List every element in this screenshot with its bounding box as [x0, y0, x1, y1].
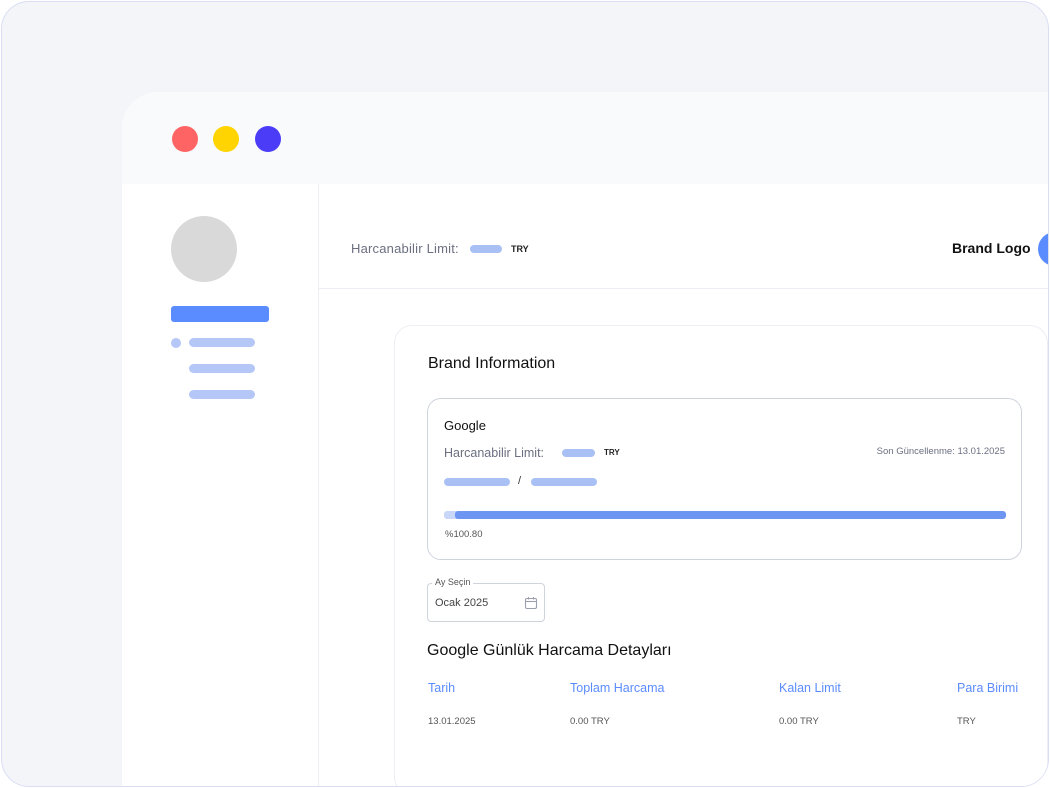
column-header-total-spend[interactable]: Toplam Harcama: [570, 681, 664, 695]
total-amount-placeholder: [531, 478, 597, 486]
window-titlebar: [122, 92, 1048, 184]
column-header-remaining-limit[interactable]: Kalan Limit: [779, 681, 841, 695]
brand-limit-value-placeholder: [562, 449, 595, 457]
usage-progress-fill: [455, 511, 1006, 519]
brand-logo[interactable]: Brand Logo: [952, 240, 1031, 256]
brand-name: Google: [444, 418, 486, 433]
calendar-icon[interactable]: [524, 596, 538, 610]
table-cell-total-spend: 0.00 TRY: [570, 716, 610, 727]
sidebar-item-2[interactable]: [189, 364, 255, 373]
usage-percent: %100.80: [445, 529, 483, 540]
amount-separator: /: [518, 475, 522, 487]
month-select-label: Ay Seçin: [432, 577, 474, 587]
table-cell-currency: TRY: [957, 716, 976, 727]
brand-limit-currency: TRY: [604, 448, 620, 457]
window-maximize-button[interactable]: [255, 126, 281, 152]
usage-progress-bar: [444, 511, 1006, 519]
sidebar-item-1[interactable]: [189, 338, 255, 347]
avatar[interactable]: [171, 216, 237, 282]
top-header: Harcanabilir Limit: TRY Brand Logo: [319, 184, 1048, 289]
window-close-button[interactable]: [172, 126, 198, 152]
month-select-value: Ocak 2025: [435, 597, 489, 609]
table-cell-remaining-limit: 0.00 TRY: [779, 716, 819, 727]
spent-amount-placeholder: [444, 478, 510, 486]
daily-spending-title: Google Günlük Harcama Detayları: [427, 642, 672, 659]
sidebar-item-active[interactable]: [171, 306, 269, 322]
month-select[interactable]: Ay Seçin Ocak 2025: [427, 577, 545, 622]
header-limit-value-placeholder: [470, 245, 502, 253]
user-menu-button[interactable]: [1038, 232, 1048, 266]
header-limit-currency: TRY: [511, 244, 529, 254]
main-content: Harcanabilir Limit: TRY Brand Logo Brand…: [319, 184, 1048, 786]
sidebar: [122, 184, 319, 786]
sidebar-item-3[interactable]: [189, 390, 255, 399]
brand-summary-box: Google Harcanabilir Limit: TRY Son Günce…: [427, 398, 1022, 560]
window-minimize-button[interactable]: [213, 126, 239, 152]
app-frame: Harcanabilir Limit: TRY Brand Logo Brand…: [1, 1, 1049, 787]
app-window: Harcanabilir Limit: TRY Brand Logo Brand…: [122, 92, 1048, 786]
brand-information-card: Brand Information Google Harcanabilir Li…: [394, 325, 1048, 786]
brand-limit-label: Harcanabilir Limit:: [444, 446, 545, 460]
card-title: Brand Information: [428, 355, 556, 372]
sidebar-item-bullet: [171, 338, 181, 348]
column-header-date[interactable]: Tarih: [428, 681, 455, 695]
table-cell-date: 13.01.2025: [428, 716, 476, 727]
column-header-currency[interactable]: Para Birimi: [957, 681, 1018, 695]
header-limit-label: Harcanabilir Limit:: [351, 241, 459, 256]
last-updated-text: Son Güncellenme: 13.01.2025: [876, 446, 1005, 457]
